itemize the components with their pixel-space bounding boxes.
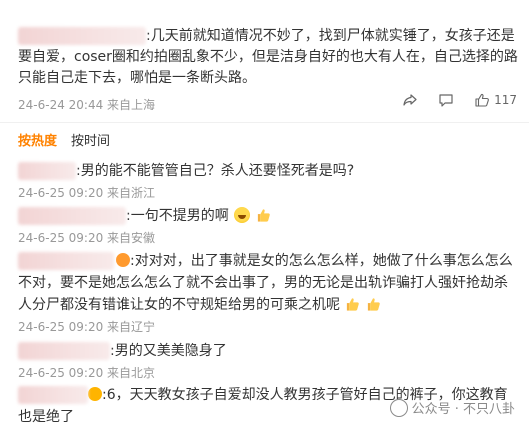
reply-text: :男的能不能管管自己？杀人还要怪死者是吗? <box>76 163 355 179</box>
thumbs-up-emoji-icon <box>367 298 380 311</box>
sort-bar: 按热度 按时间 <box>18 130 110 149</box>
reply-item: :男的能不能管管自己？杀人还要怪死者是吗? 24-6-25 09:20 来自浙江 <box>18 160 518 202</box>
like-count: 117 <box>494 93 517 107</box>
blurred-username[interactable] <box>18 27 146 45</box>
watermark-text: 公众号 · 不只八卦 <box>411 402 515 417</box>
blurred-username[interactable] <box>18 252 114 270</box>
thumbs-up-emoji-icon <box>347 298 360 311</box>
like-button[interactable]: 117 <box>474 92 517 108</box>
reply-body: :对对对，出了事就是女的怎么怎么样，她做了什么事怎么怎么不对，要不是她怎么怎么了… <box>18 250 518 316</box>
sort-by-time-tab[interactable]: 按时间 <box>71 130 110 149</box>
blurred-username[interactable] <box>18 162 76 180</box>
main-comment-meta: 24-6-24 20:44 来自上海 <box>18 98 156 112</box>
reply-meta: 24-6-25 09:20 来自辽宁 <box>18 320 156 334</box>
laugh-emoji-icon <box>234 207 251 223</box>
blurred-username[interactable] <box>18 207 126 225</box>
main-comment-body: :几天前就知道情况不妙了，找到尸体就实锤了，女孩子还是要自爱，coser圈和约拍… <box>18 26 518 89</box>
verified-badge-icon <box>88 387 102 401</box>
thumbs-up-emoji-icon <box>257 209 270 222</box>
wechat-logo-icon <box>389 398 408 417</box>
reply-item: :对对对，出了事就是女的怎么怎么样，她做了什么事怎么怎么不对，要不是她怎么怎么了… <box>18 250 518 336</box>
share-icon <box>403 94 417 106</box>
reply-body: :男的又美美隐身了 <box>18 340 518 362</box>
reply-item: :一句不提男的啊 24-6-25 09:20 来自安徽 <box>18 205 518 247</box>
reply-meta: 24-6-25 09:20 来自浙江 <box>18 186 156 200</box>
divider <box>0 122 529 123</box>
watermark: 公众号 · 不只八卦 <box>389 398 515 417</box>
reply-text: :一句不提男的啊 <box>126 208 229 224</box>
share-button[interactable] <box>402 92 418 108</box>
reply-button[interactable] <box>438 92 454 108</box>
reply-item: :男的又美美隐身了 24-6-25 09:20 来自北京 <box>18 340 518 382</box>
reply-body: :男的能不能管管自己？杀人还要怪死者是吗? <box>18 160 518 182</box>
sort-by-hot-tab[interactable]: 按热度 <box>18 130 57 149</box>
reply-body: :一句不提男的啊 <box>18 205 518 227</box>
main-comment-actions: 117 <box>402 92 517 108</box>
main-comment: :几天前就知道情况不妙了，找到尸体就实锤了，女孩子还是要自爱，coser圈和约拍… <box>0 0 529 120</box>
reply-meta: 24-6-25 09:20 来自安徽 <box>18 231 156 245</box>
blurred-username[interactable] <box>18 342 110 360</box>
thumb-up-icon <box>475 93 490 107</box>
member-badge-icon <box>116 253 130 267</box>
reply-text: :男的又美美隐身了 <box>110 343 227 359</box>
blurred-username[interactable] <box>18 386 88 404</box>
comment-icon <box>439 94 453 107</box>
reply-meta: 24-6-25 09:20 来自北京 <box>18 366 156 380</box>
